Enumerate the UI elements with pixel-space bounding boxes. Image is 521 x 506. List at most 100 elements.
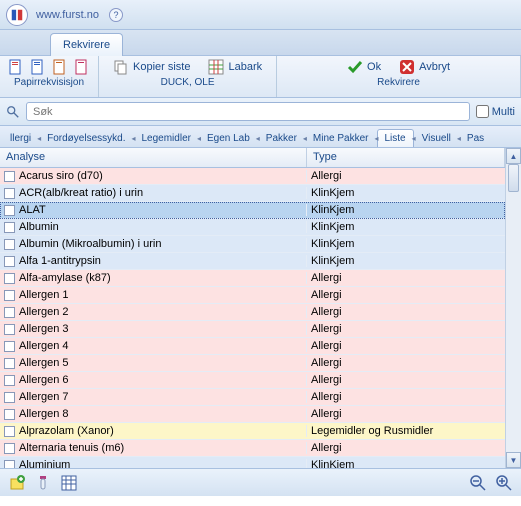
table-row[interactable]: Allergen 5Allergi: [0, 355, 505, 372]
table-row[interactable]: Alprazolam (Xanor)Legemidler og Rusmidle…: [0, 423, 505, 440]
table-row[interactable]: Alfa-amylase (k87)Allergi: [0, 270, 505, 287]
app-logo: [6, 4, 28, 26]
row-checkbox[interactable]: [4, 273, 15, 284]
analyse-name: Aluminium: [19, 459, 70, 468]
table-row[interactable]: Allergen 2Allergi: [0, 304, 505, 321]
table-row[interactable]: Allergen 7Allergi: [0, 389, 505, 406]
search-input[interactable]: [26, 102, 470, 121]
scroll-up-button[interactable]: ▲: [506, 148, 521, 164]
main-tabbar: Rekvirere: [0, 30, 521, 56]
analyse-name: Allergen 5: [19, 357, 69, 369]
analyse-name: ALAT: [19, 204, 46, 216]
analyse-name: ACR(alb/kreat ratio) i urin: [19, 187, 143, 199]
type-name: Allergi: [307, 170, 505, 182]
type-name: KlinKjem: [307, 221, 505, 233]
tab-rekvirere[interactable]: Rekvirere: [50, 33, 123, 56]
scroll-thumb[interactable]: [508, 164, 519, 192]
grid: Analyse Type Acarus siro (d70) Allergi ACR…: [0, 148, 521, 468]
type-name: Allergi: [307, 323, 505, 335]
table-row[interactable]: Albumin KlinKjem: [0, 219, 505, 236]
add-icon[interactable]: [8, 474, 26, 492]
analyse-name: Albumin: [19, 221, 59, 233]
filter-tab-minepakker[interactable]: ◂Mine Pakker: [305, 129, 377, 147]
analyse-name: Allergen 4: [19, 340, 69, 352]
paper-icon-3[interactable]: [52, 59, 68, 75]
row-checkbox[interactable]: [4, 171, 15, 182]
analyse-name: Allergen 6: [19, 374, 69, 386]
column-analyse[interactable]: Analyse: [0, 148, 307, 167]
filter-tab-egenlab[interactable]: ◂Egen Lab: [199, 129, 258, 147]
type-name: KlinKjem: [307, 238, 505, 250]
scroll-down-button[interactable]: ▼: [506, 452, 521, 468]
column-type[interactable]: Type: [307, 148, 505, 167]
zoom-in-icon[interactable]: [495, 474, 513, 492]
grid-body: Acarus siro (d70) Allergi ACR(alb/kreat ra…: [0, 168, 505, 468]
zoom-out-icon[interactable]: [469, 474, 487, 492]
row-checkbox[interactable]: [4, 205, 15, 216]
filter-tab-fordyelsessykd[interactable]: ◂Fordøyelsessykd.: [39, 129, 133, 147]
table-row[interactable]: AluminiumKlinKjem: [0, 457, 505, 468]
kopier-siste-button[interactable]: Kopier siste: [107, 57, 196, 77]
table-row[interactable]: Allergen 1Allergi: [0, 287, 505, 304]
table-row[interactable]: Acarus siro (d70) Allergi: [0, 168, 505, 185]
table-row[interactable]: Albumin (Mikroalbumin) i urinKlinKjem: [0, 236, 505, 253]
avbryt-button[interactable]: Avbryt: [393, 57, 456, 77]
row-checkbox[interactable]: [4, 239, 15, 250]
table-row[interactable]: Allergen 8Allergi: [0, 406, 505, 423]
row-checkbox[interactable]: [4, 392, 15, 403]
ok-button[interactable]: Ok: [341, 57, 387, 77]
table-row[interactable]: Allergen 3 Allergi: [0, 321, 505, 338]
help-icon[interactable]: ?: [109, 8, 123, 22]
row-checkbox[interactable]: [4, 460, 15, 469]
toolbar-label-action: Rekvirere: [377, 77, 420, 88]
toolbar-label-paper: Papirrekvisisjon: [14, 77, 84, 88]
filter-tab-liste[interactable]: ◂Liste: [377, 129, 414, 148]
row-checkbox[interactable]: [4, 324, 15, 335]
bottombar: [0, 468, 521, 496]
header: www.furst.no ?: [0, 0, 521, 30]
labark-button[interactable]: Labark: [202, 57, 268, 77]
row-checkbox[interactable]: [4, 256, 15, 267]
grid-header: Analyse Type: [0, 148, 505, 168]
row-checkbox[interactable]: [4, 341, 15, 352]
vertical-scrollbar[interactable]: ▲ ▼: [505, 148, 521, 468]
table-row[interactable]: ACR(alb/kreat ratio) i urinKlinKjem: [0, 185, 505, 202]
analyse-name: Allergen 7: [19, 391, 69, 403]
type-name: Allergi: [307, 374, 505, 386]
table-row[interactable]: Alternaria tenuis (m6)Allergi: [0, 440, 505, 457]
type-name: KlinKjem: [307, 255, 505, 267]
row-checkbox[interactable]: [4, 307, 15, 318]
paper-icon-4[interactable]: [74, 59, 90, 75]
row-checkbox[interactable]: [4, 222, 15, 233]
toolbar-group-actions: Ok Avbryt Rekvirere: [277, 56, 521, 97]
filter-tab-pakker[interactable]: ◂Pakker: [258, 129, 305, 147]
row-checkbox[interactable]: [4, 188, 15, 199]
row-checkbox[interactable]: [4, 290, 15, 301]
type-name: KlinKjem: [307, 204, 505, 216]
analyse-name: Allergen 3: [19, 323, 69, 335]
tube-icon[interactable]: [34, 474, 52, 492]
filter-tab-pas[interactable]: ◂Pas: [459, 129, 492, 147]
filter-tab-legemidler[interactable]: ◂Legemidler: [133, 129, 198, 147]
analyse-name: Acarus siro (d70): [19, 170, 103, 182]
filter-tab-visuell[interactable]: ◂Visuell: [414, 129, 459, 147]
url-text: www.furst.no: [36, 9, 99, 21]
table-icon[interactable]: [60, 474, 78, 492]
multi-checkbox[interactable]: Multi: [476, 105, 515, 118]
type-name: Allergi: [307, 306, 505, 318]
analyse-name: Allergen 8: [19, 408, 69, 420]
table-row[interactable]: Alfa 1-antitrypsinKlinKjem: [0, 253, 505, 270]
row-checkbox[interactable]: [4, 409, 15, 420]
row-checkbox[interactable]: [4, 358, 15, 369]
paper-icon-2[interactable]: [30, 59, 46, 75]
table-row[interactable]: Allergen 6 Allergi: [0, 372, 505, 389]
table-row[interactable]: ALAT KlinKjem: [0, 202, 505, 219]
type-name: Allergi: [307, 272, 505, 284]
analyse-name: Allergen 1: [19, 289, 69, 301]
row-checkbox[interactable]: [4, 426, 15, 437]
table-row[interactable]: Allergen 4Allergi: [0, 338, 505, 355]
row-checkbox[interactable]: [4, 375, 15, 386]
paper-icon-1[interactable]: [8, 59, 24, 75]
row-checkbox[interactable]: [4, 443, 15, 454]
filter-tab-llergi[interactable]: llergi: [2, 129, 39, 147]
